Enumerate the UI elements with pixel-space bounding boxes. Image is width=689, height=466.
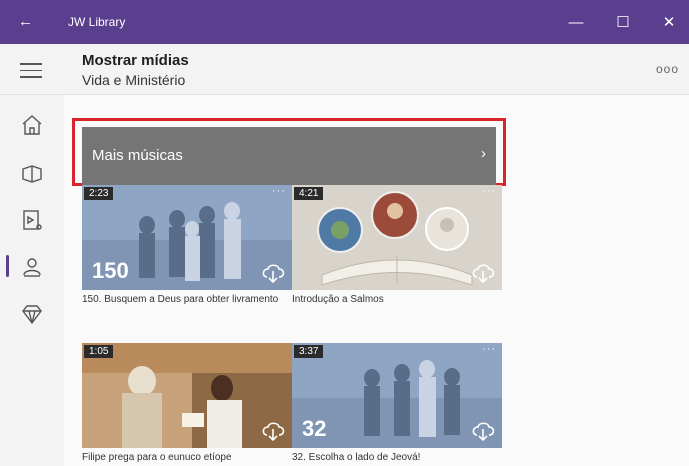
song-number: 32 <box>302 416 327 441</box>
song-number: 150 <box>92 258 129 283</box>
more-options-icon[interactable]: ooo <box>656 62 679 76</box>
more-music-button[interactable]: Mais músicas › <box>82 127 496 185</box>
duration-badge: 4:21 <box>294 187 324 200</box>
duration-badge: 3:37 <box>294 345 324 358</box>
app-title: JW Library <box>68 15 126 29</box>
video-card[interactable]: 4:21 ··· Introdução a Salmos <box>292 185 502 306</box>
video-more-options-icon[interactable]: ··· <box>482 185 496 197</box>
page-title: Mostrar mídias <box>82 52 189 69</box>
chevron-right-icon: › <box>481 145 486 162</box>
hamburger-menu-icon[interactable] <box>20 58 42 83</box>
video-title: Introdução a Salmos <box>292 294 384 305</box>
back-arrow-icon[interactable]: ← <box>18 13 33 30</box>
download-icon[interactable] <box>470 260 496 284</box>
duration-badge: 1:05 <box>84 345 114 358</box>
video-thumbnail[interactable]: 1:05 <box>82 343 292 448</box>
page-subtitle: Vida e Ministério <box>82 72 186 88</box>
video-more-options-icon[interactable]: ··· <box>482 343 496 355</box>
duration-badge: 2:23 <box>84 187 114 200</box>
video-thumbnail[interactable]: 2:23 ··· 150 <box>82 185 292 290</box>
minimize-button[interactable]: — <box>556 9 596 35</box>
home-icon[interactable] <box>20 113 44 137</box>
meetings-icon[interactable] <box>20 255 44 279</box>
video-thumbnail[interactable]: 3:37 ··· 32 <box>292 343 502 448</box>
more-music-label: Mais músicas <box>92 147 183 164</box>
bible-icon[interactable] <box>20 161 44 185</box>
video-title: 150. Busquem a Deus para obter livrament… <box>82 294 279 305</box>
video-more-options-icon[interactable]: ··· <box>272 185 286 197</box>
video-card[interactable]: 3:37 ··· 32 32. Escolha o lado de Jeová! <box>292 343 502 464</box>
diamond-icon[interactable] <box>20 302 44 326</box>
video-card[interactable]: 1:05 Filipe prega para o eunuco etíope <box>82 343 292 464</box>
download-icon[interactable] <box>260 418 286 442</box>
close-button[interactable]: ✕ <box>649 9 689 35</box>
video-card[interactable]: 2:23 ··· 150 150. Busquem a Deus para ob… <box>82 185 292 306</box>
download-icon[interactable] <box>260 260 286 284</box>
selected-indicator <box>6 255 9 277</box>
sidebar <box>0 95 65 466</box>
video-thumbnail[interactable]: 4:21 ··· <box>292 185 502 290</box>
maximize-button[interactable]: ☐ <box>603 9 643 35</box>
download-icon[interactable] <box>470 418 496 442</box>
media-icon[interactable] <box>20 208 44 232</box>
video-title: Filipe prega para o eunuco etíope <box>82 452 232 463</box>
page-header: Mostrar mídias Vida e Ministério ooo <box>0 44 689 95</box>
title-bar: ← JW Library — ☐ ✕ <box>0 0 689 44</box>
video-title: 32. Escolha o lado de Jeová! <box>292 452 421 463</box>
